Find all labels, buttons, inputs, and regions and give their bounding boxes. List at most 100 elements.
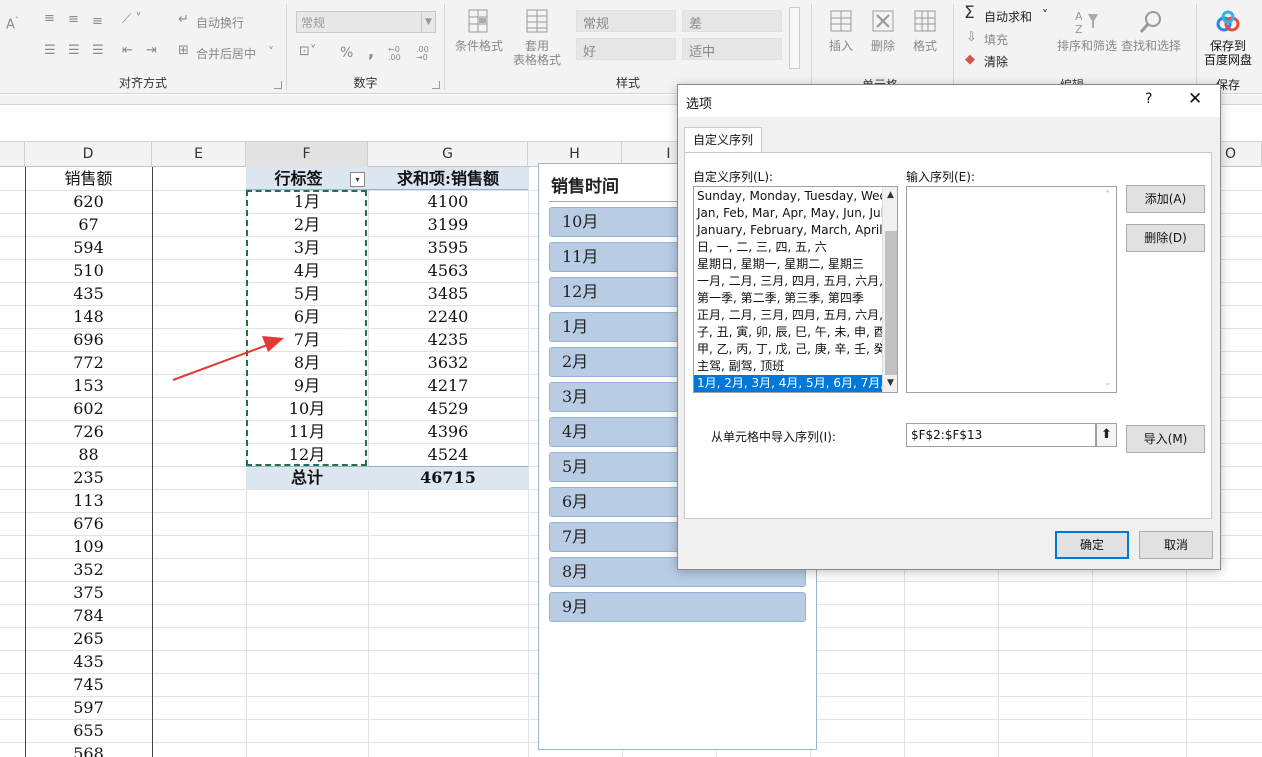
delete-button[interactable]: 删除 [865, 8, 901, 53]
autosum-dropdown-icon[interactable]: ˅ [1042, 8, 1048, 22]
pivot-value-cell[interactable]: 3199 [368, 213, 528, 236]
custom-list-item[interactable]: 星期日, 星期一, 星期二, 星期三 [694, 256, 882, 273]
custom-list-item[interactable]: Jan, Feb, Mar, Apr, May, Jun, Jul [694, 205, 882, 222]
sales-cell[interactable]: 597 [25, 696, 152, 719]
merge-dropdown-icon[interactable]: ˅ [268, 45, 274, 59]
ok-button[interactable]: 确定 [1055, 531, 1129, 559]
slicer-item[interactable]: 9月 [549, 592, 806, 622]
pivot-value-cell[interactable]: 3485 [368, 282, 528, 305]
sales-cell[interactable]: 67 [25, 213, 152, 236]
sales-cell[interactable]: 153 [25, 374, 152, 397]
column-header-c[interactable] [0, 142, 25, 167]
insert-button[interactable]: 插入 [823, 8, 859, 53]
increase-indent-icon[interactable]: ⇥ [146, 44, 157, 58]
column-header-g[interactable]: G [368, 142, 528, 167]
sales-cell[interactable]: 375 [25, 581, 152, 604]
sales-cell[interactable]: 568 [25, 742, 152, 757]
pivot-value-cell[interactable]: 2240 [368, 305, 528, 328]
add-button[interactable]: 添加(A) [1126, 185, 1205, 213]
custom-list-item[interactable]: 子, 丑, 寅, 卯, 辰, 巳, 午, 未, 申, 酉 [694, 324, 882, 341]
align-left-icon[interactable]: ☰ [44, 44, 56, 58]
top-align-icon[interactable]: ≡ [44, 12, 55, 26]
column-header-f[interactable]: F [246, 142, 368, 167]
pivot-value-cell[interactable]: 3632 [368, 351, 528, 374]
column-header-e[interactable]: E [152, 142, 246, 167]
sales-cell[interactable]: 109 [25, 535, 152, 558]
scroll-up-icon[interactable]: ⌃ [1100, 187, 1115, 203]
custom-list-item[interactable]: January, February, March, April [694, 222, 882, 239]
sales-cell[interactable]: 602 [25, 397, 152, 420]
close-icon[interactable]: ✕ [1188, 89, 1202, 109]
pivot-value-cell[interactable]: 4529 [368, 397, 528, 420]
sales-cell[interactable]: 148 [25, 305, 152, 328]
delete-list-button[interactable]: 删除(D) [1126, 224, 1205, 252]
scroll-down-icon[interactable]: ▼ [883, 375, 897, 391]
sales-cell[interactable]: 772 [25, 351, 152, 374]
tab-custom-lists[interactable]: 自定义序列 [684, 127, 762, 153]
custom-list-item[interactable]: 主驾, 副驾, 顶班 [694, 358, 882, 375]
custom-list-item[interactable]: 1月, 2月, 3月, 4月, 5月, 6月, 7月, [694, 375, 882, 392]
sales-header-cell[interactable]: 销售额 [25, 167, 152, 190]
sum-sales-header[interactable]: 求和项:销售额 [368, 167, 528, 190]
style-good[interactable]: 好 [576, 38, 676, 60]
pivot-value-cell[interactable]: 4524 [368, 443, 528, 466]
sales-cell[interactable]: 235 [25, 466, 152, 489]
sales-cell[interactable]: 620 [25, 190, 152, 213]
sort-filter-button[interactable]: AZ 排序和筛选 [1056, 8, 1118, 53]
decrease-indent-icon[interactable]: ⇤ [122, 44, 133, 58]
import-range-input[interactable]: $F$2:$F$13 [906, 423, 1096, 447]
number-format-select[interactable]: 常规 ▼ [296, 11, 436, 33]
bottom-align-icon[interactable]: ≡ [92, 15, 103, 29]
sales-cell[interactable]: 696 [25, 328, 152, 351]
custom-list-item[interactable]: 正月, 二月, 三月, 四月, 五月, 六月, [694, 307, 882, 324]
middle-align-icon[interactable]: ≡ [68, 13, 79, 27]
font-size-icon[interactable]: Aˆ [6, 14, 19, 32]
conditional-format-button[interactable]: 条件格式 [452, 8, 506, 53]
sales-cell[interactable]: 784 [25, 604, 152, 627]
pivot-total-label[interactable]: 总计 [246, 466, 368, 489]
align-right-icon[interactable]: ☰ [92, 44, 104, 58]
pivot-value-cell[interactable]: 4235 [368, 328, 528, 351]
sales-cell[interactable]: 726 [25, 420, 152, 443]
decrease-decimal-button[interactable]: .00 →0 [416, 46, 436, 62]
dialog-titlebar[interactable]: 选项 ? ✕ [678, 85, 1220, 117]
sales-cell[interactable]: 352 [25, 558, 152, 581]
alignment-launcher-icon[interactable] [274, 81, 282, 89]
sales-cell[interactable]: 435 [25, 650, 152, 673]
autosum-button[interactable]: 自动求和 [984, 8, 1032, 25]
custom-list-item[interactable]: 日, 一, 二, 三, 四, 五, 六 [694, 239, 882, 256]
align-center-icon[interactable]: ☰ [68, 44, 80, 58]
custom-list-item[interactable]: 一月, 二月, 三月, 四月, 五月, 六月, [694, 273, 882, 290]
percent-button[interactable]: % [340, 45, 353, 61]
find-select-button[interactable]: 查找和选择 [1120, 8, 1182, 53]
fill-button[interactable]: 填充 [984, 31, 1008, 48]
sales-cell[interactable]: 676 [25, 512, 152, 535]
sales-cell[interactable]: 113 [25, 489, 152, 512]
sales-cell[interactable]: 655 [25, 719, 152, 742]
custom-lists-scrollbar[interactable]: ▲ ▼ [882, 187, 897, 392]
scroll-down-icon[interactable]: ⌄ [1100, 375, 1115, 391]
pivot-value-cell[interactable]: 4100 [368, 190, 528, 213]
increase-decimal-button[interactable]: ←0 .00 [388, 46, 408, 62]
row-label-filter-button[interactable]: ▾ [350, 172, 365, 187]
sales-cell[interactable]: 435 [25, 282, 152, 305]
custom-lists-listbox[interactable]: Sunday, Monday, Tuesday, WednesdayJan, F… [693, 186, 898, 393]
wrap-text-button[interactable]: 自动换行 [196, 14, 244, 31]
table-format-button[interactable]: 套用 表格格式 [506, 8, 568, 67]
sales-cell[interactable]: 745 [25, 673, 152, 696]
collapse-dialog-icon[interactable]: ⬆ [1096, 423, 1117, 447]
cancel-button[interactable]: 取消 [1139, 531, 1213, 559]
format-button[interactable]: 格式 [907, 8, 943, 53]
save-to-cloud-button[interactable]: 保存到 百度网盘 [1200, 8, 1256, 67]
custom-list-item[interactable]: Sunday, Monday, Tuesday, Wednesday [694, 188, 882, 205]
column-header-d[interactable]: D [25, 142, 152, 167]
scroll-thumb[interactable] [885, 231, 897, 375]
style-neutral[interactable]: 适中 [682, 38, 782, 60]
pivot-value-cell[interactable]: 4563 [368, 259, 528, 282]
style-normal[interactable]: 常规 [576, 10, 676, 32]
currency-icon[interactable]: ⊡˅ [299, 45, 316, 59]
sales-cell[interactable]: 88 [25, 443, 152, 466]
custom-list-item[interactable]: 甲, 乙, 丙, 丁, 戊, 己, 庚, 辛, 壬, 癸 [694, 341, 882, 358]
style-bad[interactable]: 差 [682, 10, 782, 32]
custom-list-item[interactable]: 第一季, 第二季, 第三季, 第四季 [694, 290, 882, 307]
